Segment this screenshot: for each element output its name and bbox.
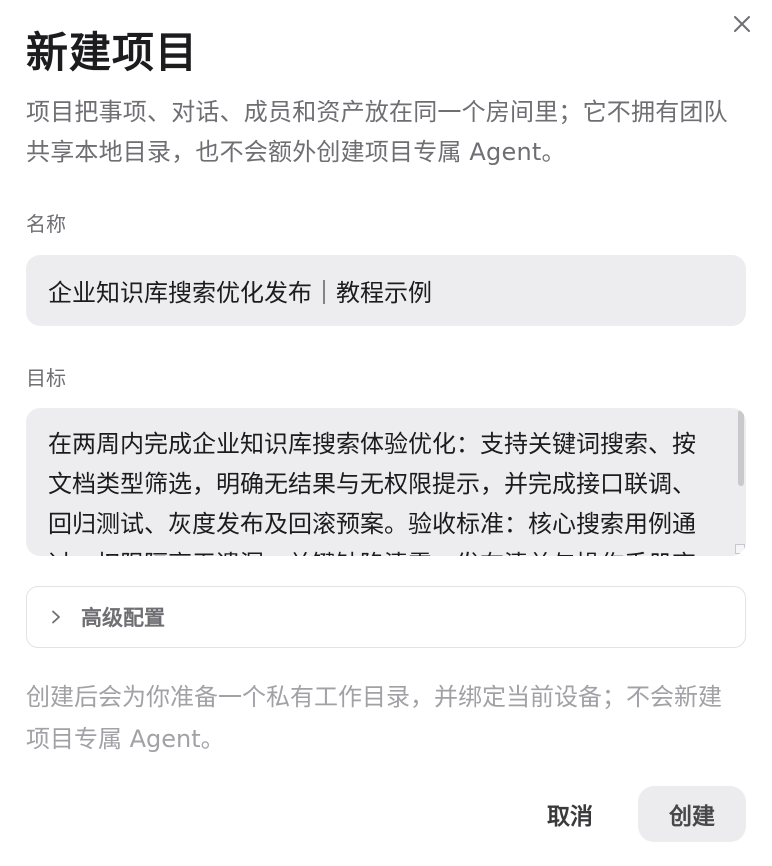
goal-textarea-scrollbar[interactable] [734,408,746,556]
scrollbar-thumb[interactable] [738,410,744,486]
name-input-value: 企业知识库搜索优化发布｜教程示例 [48,279,432,307]
advanced-config-toggle[interactable]: 高级配置 [26,586,746,648]
create-button[interactable]: 创建 [638,786,746,842]
cancel-button[interactable]: 取消 [524,786,616,842]
new-project-dialog: 新建项目 项目把事项、对话、成员和资产放在同一个房间里；它不拥有团队共享本地目录… [0,0,772,866]
dialog-description: 项目把事项、对话、成员和资产放在同一个房间里；它不拥有团队共享本地目录，也不会额… [26,98,728,166]
footer-note: 创建后会为你准备一个私有工作目录，并绑定当前设备；不会新建项目专属 Agent。 [26,683,722,753]
goal-textarea-value: 在两周内完成企业知识库搜索体验优化：支持关键词搜索、按文档类型筛选，明确无结果与… [48,430,696,556]
name-input[interactable]: 企业知识库搜索优化发布｜教程示例 [26,255,746,326]
name-label: 名称 [26,212,66,236]
close-button[interactable] [726,8,758,40]
goal-textarea[interactable]: 在两周内完成企业知识库搜索体验优化：支持关键词搜索、按文档类型筛选，明确无结果与… [26,408,746,556]
chevron-right-icon [49,610,63,624]
resize-handle[interactable] [735,544,745,554]
dialog-title: 新建项目 [26,28,199,77]
close-icon [734,16,750,32]
advanced-config-label: 高级配置 [81,606,165,630]
goal-label: 目标 [26,366,66,390]
